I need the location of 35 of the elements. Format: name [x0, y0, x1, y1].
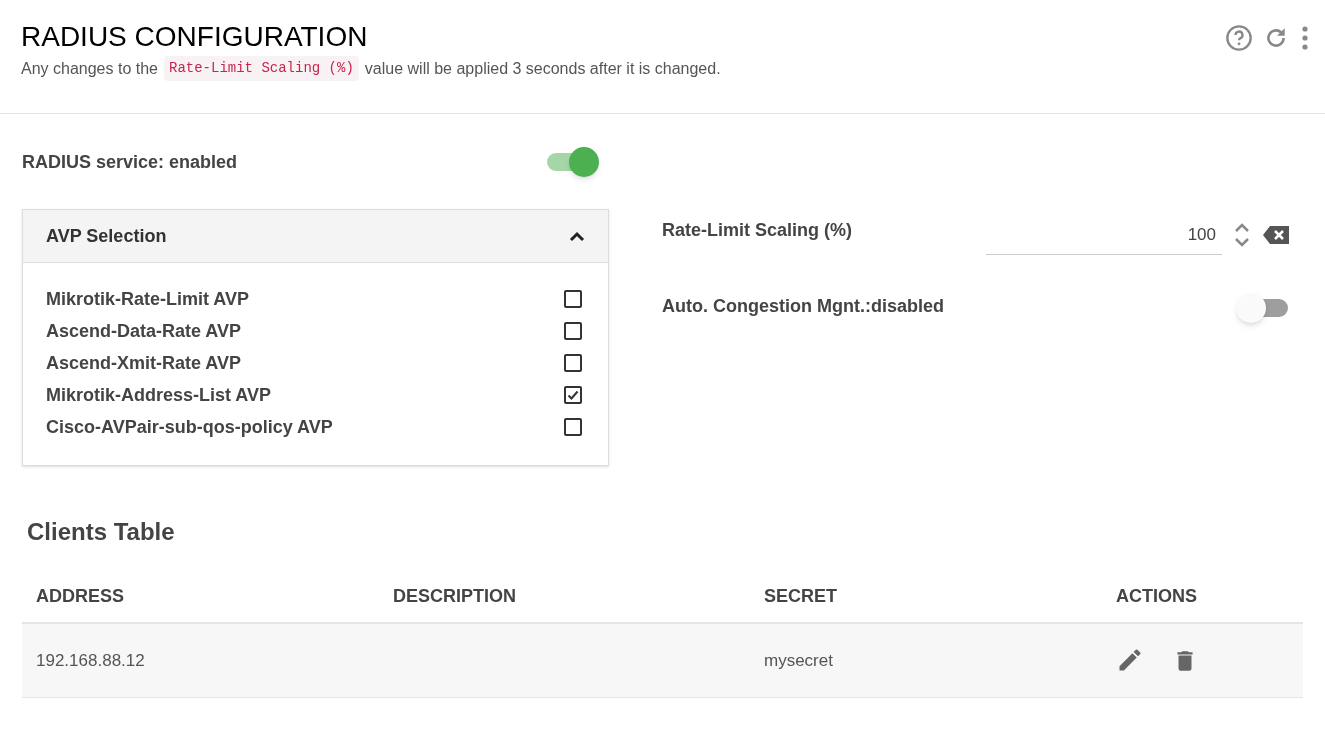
- table-title: Clients Table: [26, 517, 176, 547]
- scaling-label: Rate-Limit Scaling (%): [662, 219, 853, 242]
- more-options-icon[interactable]: [1299, 24, 1311, 52]
- checkbox[interactable]: [564, 322, 582, 340]
- panel-header[interactable]: AVP Selection: [23, 210, 608, 263]
- page-title: RADIUS CONFIGURATION: [21, 20, 369, 54]
- congestion-label: Auto. Congestion Mgnt.:disabled: [662, 295, 944, 318]
- note-text: value will be applied 3 seconds after it is changed.: [364, 58, 721, 79]
- checkbox[interactable]: [564, 418, 582, 436]
- congestion-toggle[interactable]: [1236, 293, 1290, 323]
- column-header: ADDRESS: [35, 584, 125, 608]
- stepper-icon[interactable]: [1234, 222, 1250, 248]
- note-text: Any changes to the: [21, 58, 158, 79]
- checkmark-icon: [567, 389, 579, 401]
- service-label: RADIUS service: enabled: [22, 151, 238, 174]
- checkbox[interactable]: [564, 290, 582, 308]
- chevron-icon: [569, 230, 585, 242]
- scaling-input[interactable]: 100: [986, 215, 1222, 255]
- avp-label: Ascend-Data-Rate AVP: [46, 319, 242, 343]
- panel-title: AVP Selection: [46, 224, 167, 248]
- column-header: DESCRIPTION: [393, 584, 517, 608]
- table-cell-text: 192.168.88.12: [35, 649, 146, 672]
- avp-label: Mikrotik-Address-List AVP: [46, 383, 272, 407]
- avp-label: Ascend-Xmit-Rate AVP: [46, 351, 242, 375]
- avp-label: Mikrotik-Rate-Limit AVP: [46, 287, 250, 311]
- service-toggle[interactable]: [545, 147, 599, 177]
- column-header: SECRET: [763, 584, 838, 608]
- code-snippet: Rate-Limit Scaling (%): [164, 56, 359, 81]
- avp-label: Cisco-AVPair-sub-qos-policy AVP: [46, 415, 333, 439]
- checkbox[interactable]: [564, 386, 582, 404]
- help-icon[interactable]: [1225, 24, 1253, 52]
- clear-icon[interactable]: [1262, 225, 1290, 245]
- column-header: ACTIONS: [1115, 584, 1198, 608]
- table-cell-text: mysecret: [763, 649, 834, 672]
- checkbox[interactable]: [564, 354, 582, 372]
